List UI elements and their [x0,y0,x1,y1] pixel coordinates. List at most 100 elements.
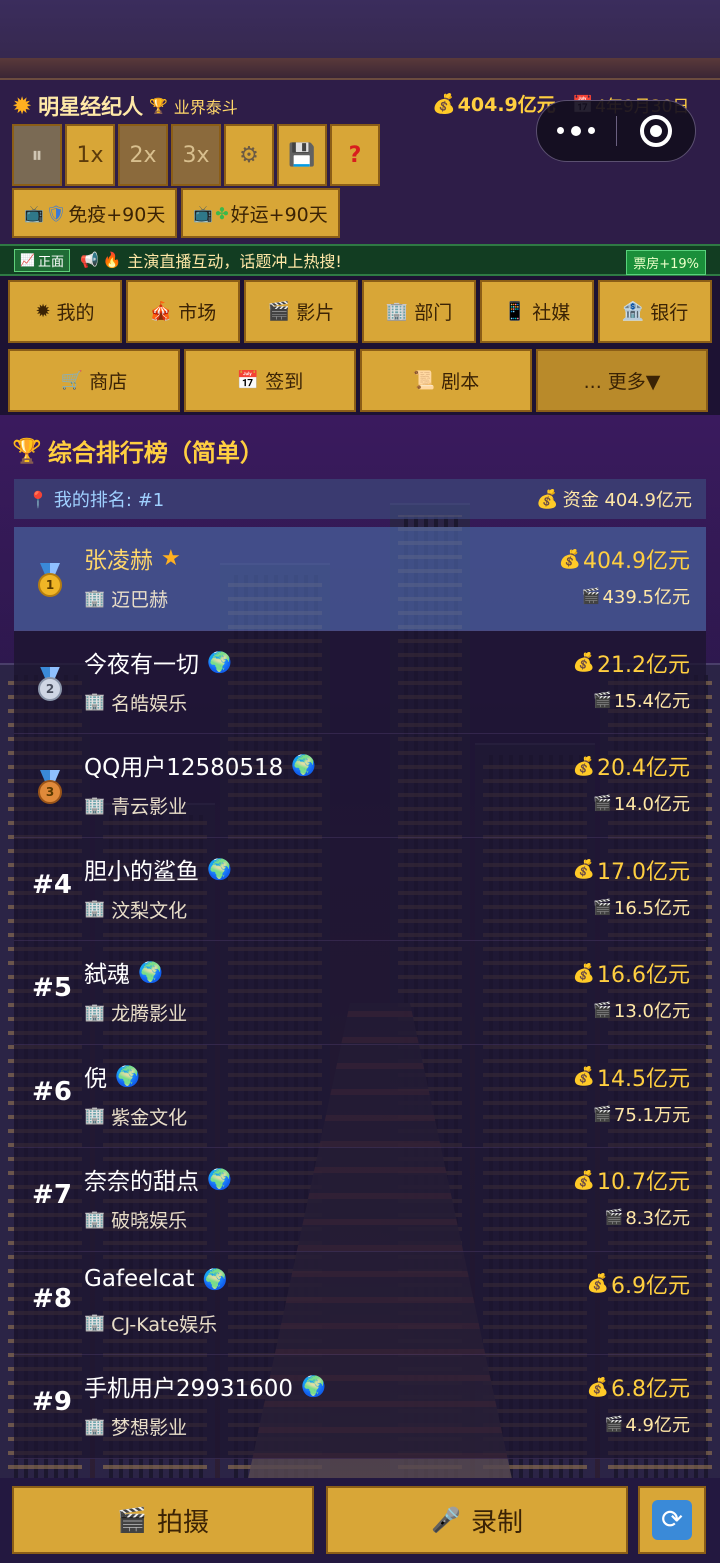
nav-market[interactable]: 🎪 市场 [126,280,240,343]
game-controls: ⏸ 1x 2x 3x ⚙ 💾 ? [12,124,380,186]
clapperboard-icon: 🎬 [593,1104,612,1123]
player-name: 手机用户29931600 [84,1376,294,1402]
ranking-title: 🏆 综合排行榜（简单） [12,433,264,468]
player-money: 21.2亿元 [597,652,690,678]
player-box-office: 15.4亿元 [613,690,690,712]
nav-shop[interactable]: 🛒 商店 [8,349,180,412]
box-office-badge: 票房+19% [626,250,706,275]
tv-icon: 📺 [24,203,44,223]
player-title: 业界泰斗 [173,98,238,117]
speed-2x-button[interactable]: 2x [118,124,168,186]
record-button[interactable]: 🎤 录制 [326,1486,628,1554]
my-rank-bar: 📍 我的排名: #1 💰 资金 404.9亿元 [14,479,706,519]
clapperboard-icon: 🎬 [593,794,612,812]
silver-medal-icon: 2 [36,666,64,701]
player-box-office: 439.5亿元 [602,587,690,608]
pin-icon: 📍 [28,489,48,509]
help-button[interactable]: ? [330,124,380,186]
decor-line [0,58,720,80]
nav-social-media[interactable]: 📱 社媒 [480,280,594,343]
calendar-icon: 📅 [236,370,260,391]
player-name: 胆小的鲨鱼 [84,858,199,885]
cart-icon: 🛒 [60,370,84,391]
nav-bank[interactable]: 🏦 银行 [598,280,712,343]
money-bag-icon: 💰 [572,962,595,984]
player-box-office: 16.5亿元 [613,897,690,919]
ranking-row[interactable]: #9 手机用户29931600 🌍 🏢 梦想影业 💰 6.8亿元 🎬 4.9亿元 [14,1355,706,1459]
news-ticker: 📈 正面 📢 🔥 主演直播互动，话题冲上热搜! 票房+19% [0,244,720,276]
player-money: 14.5亿元 [597,1066,690,1092]
globe-icon: 🌍 [301,1374,326,1398]
ranking-row[interactable]: 2 今夜有一切 🌍 🏢 名皓娱乐 💰 21.2亿元 🎬 15.4亿元 [14,630,706,734]
nav-mine[interactable]: ✹ 我的 [8,280,122,343]
money-bag-icon: 💰 [572,755,595,777]
clapperboard-icon: 🎬 [267,301,291,322]
record-label: 录制 [470,1507,523,1538]
player-money: 6.8亿元 [611,1377,690,1402]
company-name: CJ-Kate娱乐 [111,1313,218,1336]
nav-more[interactable]: ... 更多▼ [536,349,708,412]
sun-icon: ✹ [12,92,33,120]
megaphone-icon: 📢 [79,251,99,269]
ranking-panel: 🏆 综合排行榜（简单） 📍 我的排名: #1 💰 资金 404.9亿元 1 张凌赫 ★… [0,415,720,1478]
nav-checkin[interactable]: 📅 签到 [184,349,356,412]
nav-scripts[interactable]: 📜 剧本 [360,349,532,412]
player-name: QQ用户12580518 [84,755,284,781]
save-button[interactable]: 💾 [277,124,327,186]
more-menu-button[interactable] [537,125,616,136]
ranking-row[interactable]: 3 QQ用户12580518 🌍 🏢 青云影业 💰 20.4亿元 🎬 14.0亿元 [14,734,706,838]
shoot-label: 拍摄 [156,1507,209,1538]
game-title: 明星经纪人 [38,95,144,119]
refresh-button[interactable]: ⟳ [638,1486,706,1554]
money-bag-icon: 💰 [586,1273,609,1294]
clapperboard-icon: 🎬 [593,690,612,709]
speed-3x-button[interactable]: 3x [171,124,221,186]
ranking-row[interactable]: #7 奈奈的甜点 🌍 🏢 破晓娱乐 💰 10.7亿元 🎬 8.3亿元 [14,1148,706,1252]
nav-departments[interactable]: 🏢 部门 [362,280,476,343]
phone-icon: 📱 [503,301,527,322]
company-name: 青云影业 [111,796,188,818]
buff-immunity[interactable]: 📺 🛡 免疫+90天 [12,188,178,238]
sun-icon: ✹ [35,301,51,322]
miniprogram-capsule [536,100,696,162]
my-funds-text: 资金 404.9亿元 [562,490,692,511]
company-name: 名皓娱乐 [111,692,188,715]
player-box-office: 14.0亿元 [613,794,690,815]
ticker-message: 主演直播互动，话题冲上热搜! [127,252,342,271]
player-name: Gafeelcat [84,1265,195,1292]
ranking-row[interactable]: #8 Gafeelcat 🌍 🏢 CJ-Kate娱乐 💰 6.9亿元 [14,1251,706,1355]
ranking-row[interactable]: #4 胆小的鲨鱼 🌍 🏢 汶梨文化 💰 17.0亿元 🎬 16.5亿元 [14,837,706,941]
buff-luck[interactable]: 📺 ✤ 好运+90天 [181,188,340,238]
player-name: 今夜有一切 [84,651,199,678]
player-money: 404.9亿元 [583,549,690,574]
tv-icon: 📺 [193,203,214,223]
nav-label: 签到 [265,371,304,393]
company-name: 破晓娱乐 [111,1210,188,1232]
rank-number: #6 [32,1076,72,1107]
player-money: 20.4亿元 [597,756,690,781]
money-bag-icon: 💰 [586,1376,609,1398]
clapperboard-icon: 🎬 [581,587,601,605]
rank-number: #7 [32,1180,72,1210]
ranking-row[interactable]: #6 倪 🌍 🏢 紫金文化 💰 14.5亿元 🎬 75.1万元 [14,1044,706,1148]
secondary-nav: 🛒 商店 📅 签到 📜 剧本 ... 更多▼ [8,349,708,412]
nav-films[interactable]: 🎬 影片 [244,280,358,343]
clapperboard-icon: 🎬 [593,1001,612,1019]
close-miniprogram-button[interactable] [617,115,696,147]
company-name: 迈巴赫 [111,589,169,611]
money-bag-icon: 💰 [536,488,559,510]
pause-button[interactable]: ⏸ [12,124,62,186]
nav-label: 市场 [178,302,217,324]
pause-icon: ⏸ [31,142,43,168]
speed-1x-button[interactable]: 1x [65,124,115,186]
refresh-icon: ⟳ [652,1500,692,1540]
settings-button[interactable]: ⚙ [224,124,274,186]
nav-label: 银行 [650,302,689,324]
clover-icon: ✤ [215,203,229,223]
shoot-button[interactable]: 🎬 拍摄 [12,1486,314,1554]
player-money: 10.7亿元 [597,1170,690,1195]
ranking-row[interactable]: 1 张凌赫 ★ 🏢 迈巴赫 💰 404.9亿元 🎬 439.5亿元 [14,527,706,631]
ranking-list: 1 张凌赫 ★ 🏢 迈巴赫 💰 404.9亿元 🎬 439.5亿元 2 今夜有一切 🌍 🏢… [14,527,706,1459]
company-icon: 🏢 [84,1106,106,1126]
ranking-row[interactable]: #5 弑魂 🌍 🏢 龙腾影业 💰 16.6亿元 🎬 13.0亿元 [14,941,706,1045]
